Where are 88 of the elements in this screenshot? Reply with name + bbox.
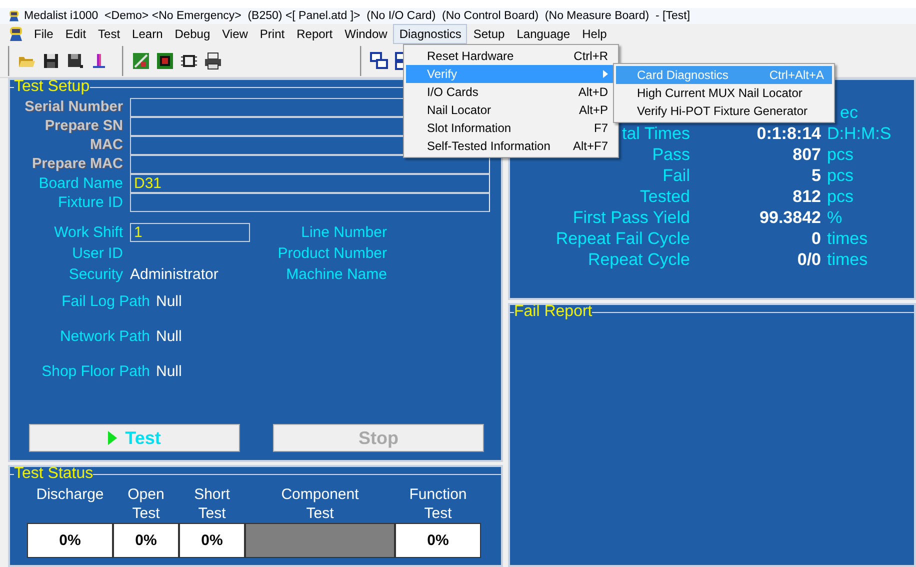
stat-value: 0: [810, 228, 821, 249]
menu-item[interactable]: High Current MUX Nail Locator: [616, 84, 832, 102]
stat-unit: pcs: [827, 187, 854, 206]
menu-item[interactable]: Setup: [467, 24, 511, 44]
circuit-board-icon[interactable]: [132, 52, 150, 70]
menu-item[interactable]: View: [216, 24, 254, 44]
path-value: Null: [156, 327, 182, 346]
menu-item[interactable]: Window: [338, 24, 394, 44]
path-value: Null: [156, 292, 182, 311]
panel-title: Fail Report: [514, 303, 592, 321]
stat-label: First Pass Yield: [572, 207, 690, 228]
chip-icon[interactable]: [156, 52, 174, 70]
menu-item[interactable]: Debug: [168, 24, 216, 44]
menu-item[interactable]: Edit: [59, 24, 92, 44]
stat-unit: pcs: [827, 166, 854, 185]
field-label: Prepare SN: [44, 117, 123, 136]
menu-item[interactable]: Nail Locator Alt+P: [406, 101, 616, 119]
stat-value: 0:1:8:14: [756, 123, 821, 144]
path-label: Network Path: [58, 327, 150, 346]
progress-cell: 0%: [27, 523, 113, 558]
input-field[interactable]: [130, 193, 490, 212]
path-label: Shop Floor Path: [40, 362, 150, 381]
menu-item[interactable]: Test: [92, 24, 126, 44]
stat-label: Tested: [640, 186, 690, 207]
field-label: Serial Number: [24, 98, 123, 117]
stat-label: Repeat Fail Cycle: [556, 228, 690, 249]
menu-item[interactable]: Help: [576, 24, 613, 44]
stat-unit: %: [827, 208, 842, 227]
progress-cell: 0%: [179, 523, 245, 558]
menu-item[interactable]: Learn: [126, 24, 169, 44]
stat-unit: pcs: [827, 145, 854, 164]
menu-item[interactable]: I/O Cards Alt+D: [406, 83, 616, 101]
menu-item[interactable]: Verify Hi-POT Fixture Generator: [616, 102, 832, 120]
stat-value: 812: [792, 186, 821, 207]
play-icon: [108, 431, 118, 445]
menu-item[interactable]: Language: [510, 24, 576, 44]
field-label: User ID: [71, 244, 123, 263]
app-icon: [8, 10, 20, 22]
field-label: Prepare MAC: [30, 155, 123, 174]
field-value: Administrator: [130, 265, 220, 284]
windows-icon[interactable]: [370, 52, 388, 70]
stat-label: Pass: [652, 144, 690, 165]
menu-item[interactable]: Reset Hardware Ctrl+R: [406, 47, 616, 65]
panel-title: Test Status: [14, 465, 94, 483]
field-label: Line Number: [300, 223, 387, 242]
stat-label: tal Times: [622, 123, 690, 144]
path-label: Fail Log Path: [60, 292, 150, 311]
input-field[interactable]: 1: [130, 223, 250, 242]
stat-label: Repeat Cycle: [588, 249, 690, 270]
stat-value: 0/0: [796, 249, 821, 270]
column-header: Discharge: [36, 485, 104, 505]
menu-item[interactable]: Report: [290, 24, 339, 44]
menu-item[interactable]: File: [28, 24, 60, 44]
stat-unit: times: [827, 250, 868, 269]
field-label: Work Shift: [53, 223, 123, 242]
progress-cell: 0%: [395, 523, 481, 558]
menu-item[interactable]: Print: [254, 24, 291, 44]
input-field[interactable]: D31: [130, 174, 490, 193]
stat-unit: ec: [839, 103, 858, 122]
panel-title: Test Setup: [14, 78, 90, 96]
column-header: Open Test: [128, 485, 164, 523]
figure-icon[interactable]: [90, 52, 108, 70]
menu-item[interactable]: Self-Tested Information Alt+F7: [406, 137, 616, 155]
field-label: Product Number: [276, 244, 387, 263]
save-icon[interactable]: [66, 52, 84, 70]
column-header: Short Test: [194, 485, 230, 523]
save-icon[interactable]: [42, 52, 60, 70]
path-value: Null: [156, 362, 182, 381]
field-label: Fixture ID: [56, 193, 123, 212]
progress-cell: 0%: [113, 523, 179, 558]
menu-item[interactable]: Diagnostics: [393, 24, 468, 44]
column-header: Component Test: [281, 485, 359, 523]
menu-item[interactable]: Slot Information F7: [406, 119, 616, 137]
field-label: Machine Name: [285, 265, 387, 284]
field-label: Security: [68, 265, 123, 284]
stat-value: 807: [792, 144, 821, 165]
column-header: Function Test: [409, 485, 467, 523]
window-title: Medalist i1000 <Demo> <No Emergency> (B250) <[ Panel.atd ]> (No I/O Card) (No Control Board) (No Measure Board) - [Test]: [24, 10, 690, 22]
stat-unit: D:H:M:S: [827, 124, 892, 143]
submenu-arrow-icon: [603, 70, 608, 78]
field-label: Board Name: [38, 174, 123, 193]
stat-unit: times: [827, 229, 868, 248]
document-icon[interactable]: [8, 26, 24, 42]
field-label: MAC: [88, 136, 123, 155]
printer-icon[interactable]: [204, 52, 222, 70]
stat-value: 5: [810, 165, 821, 186]
stat-value: 99.3842: [758, 207, 821, 228]
stat-label: Fail: [662, 165, 690, 186]
